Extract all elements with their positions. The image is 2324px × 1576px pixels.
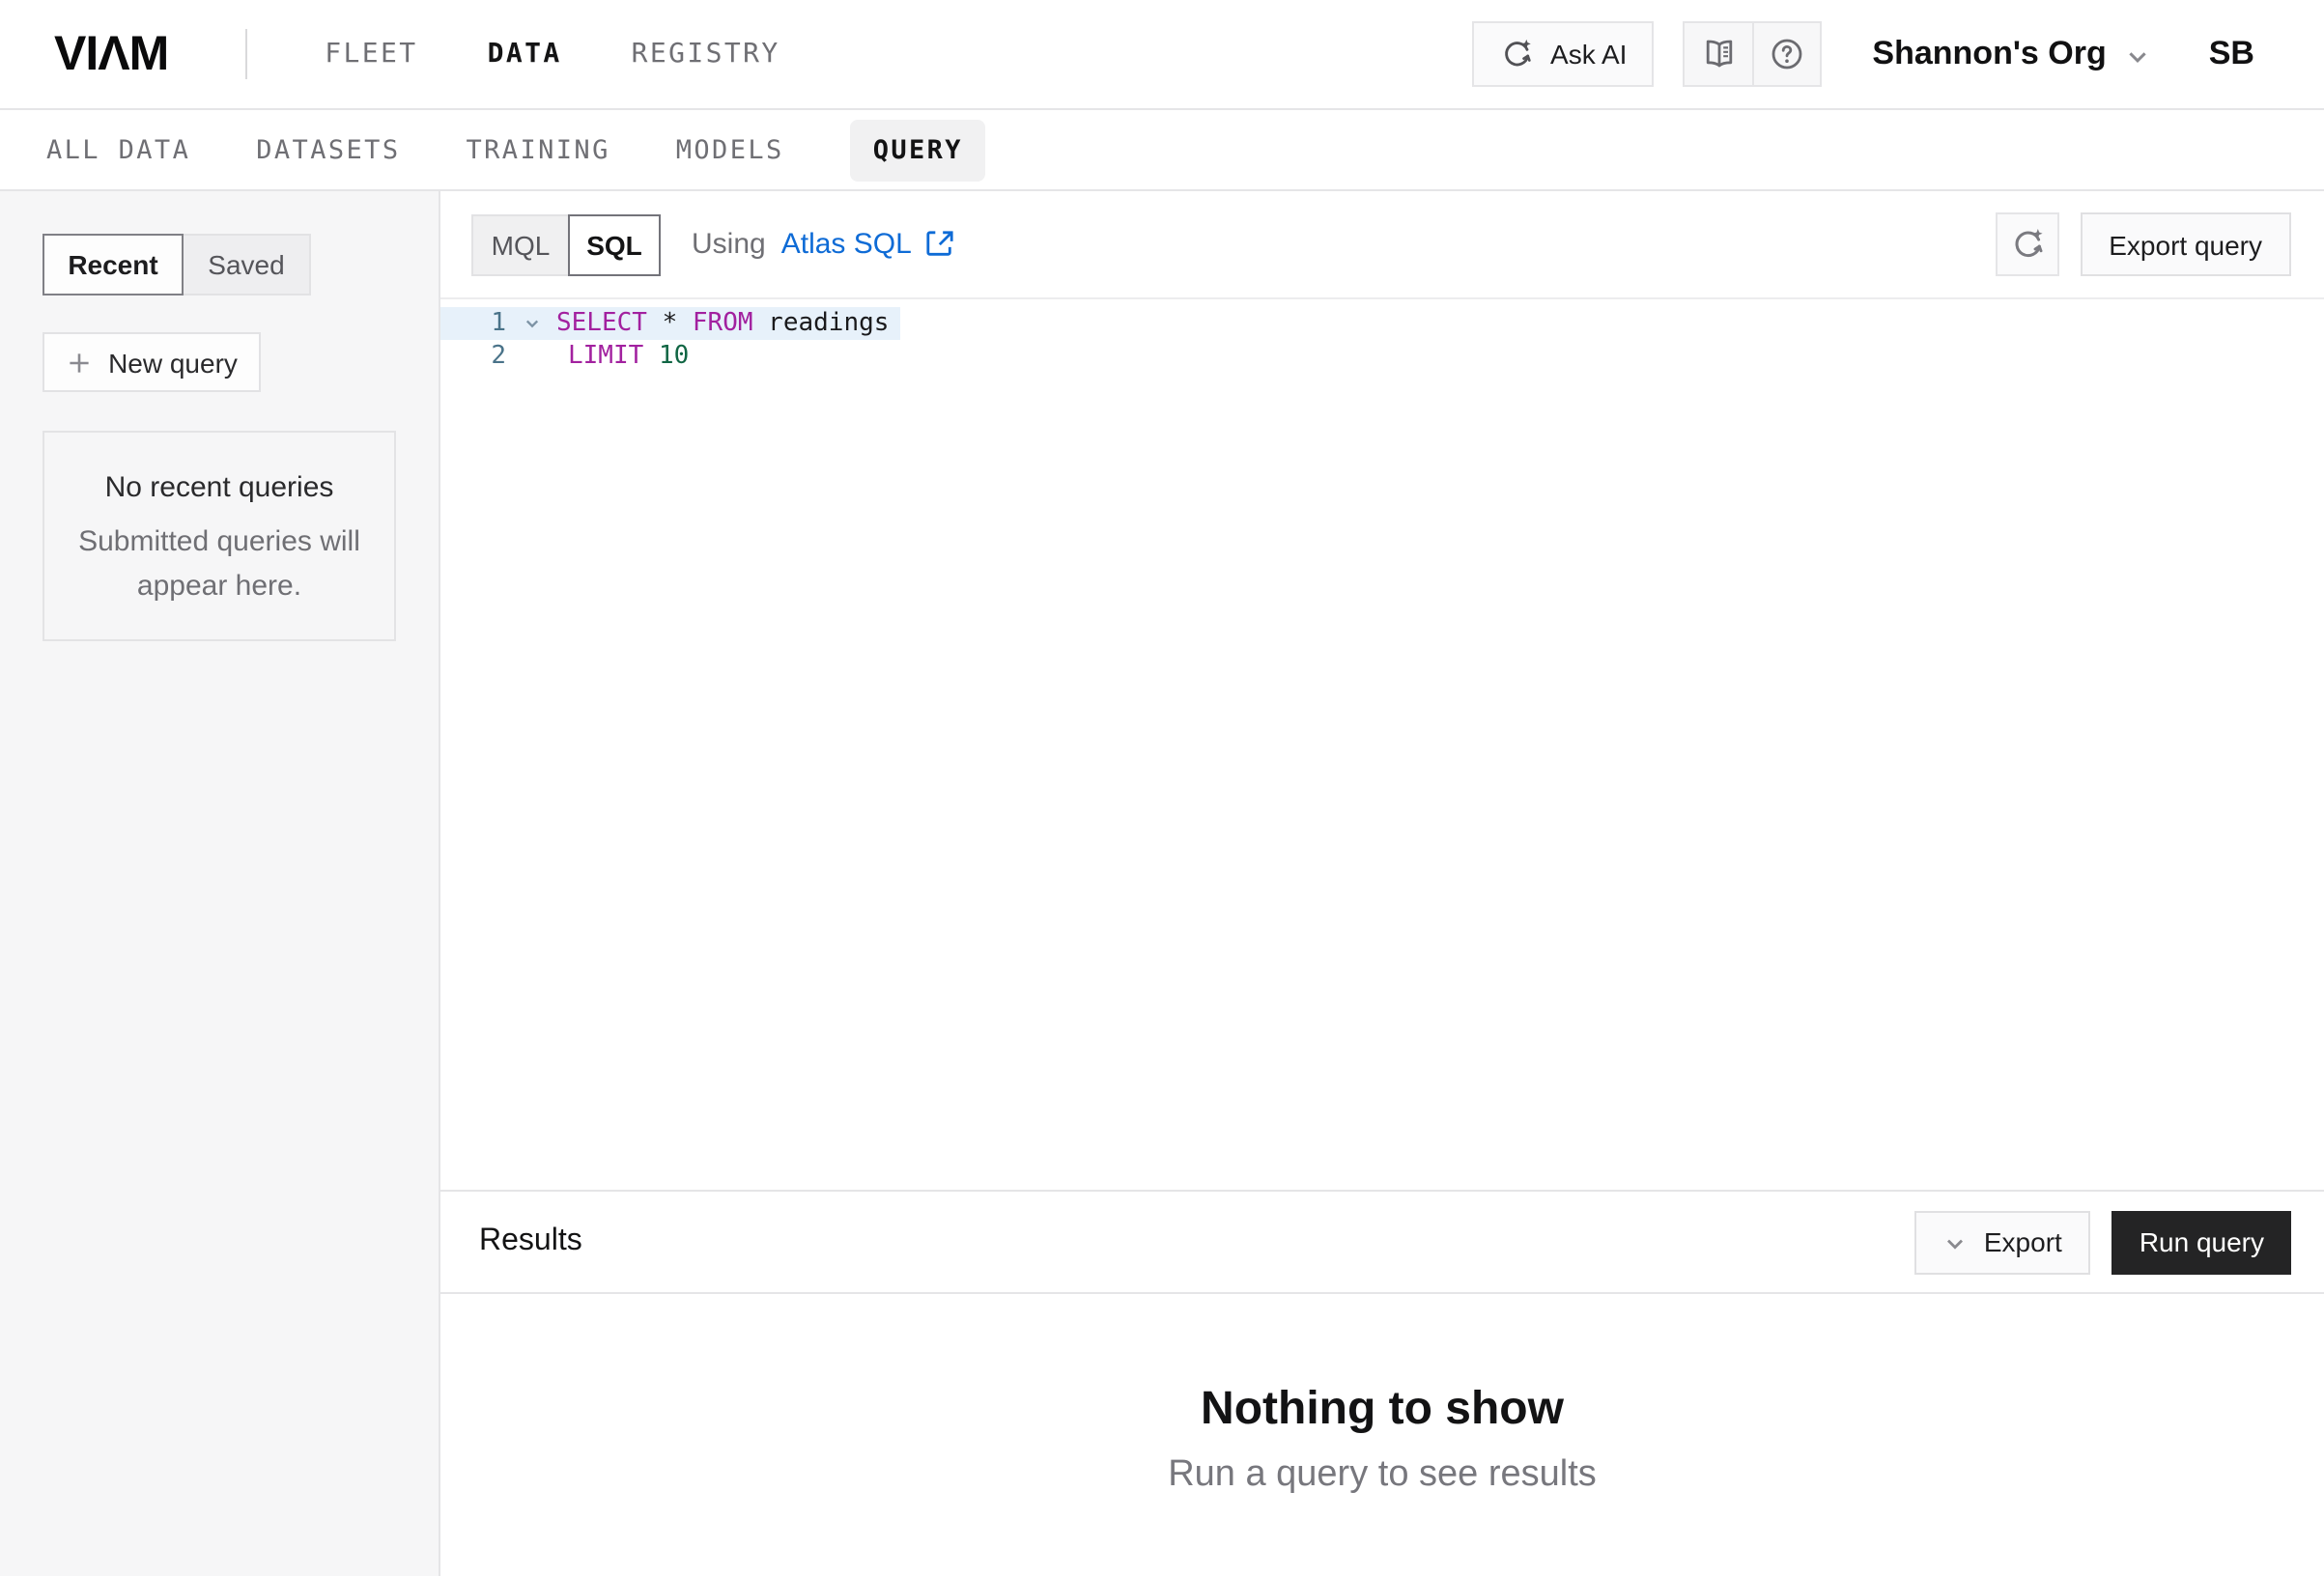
chevron-down-icon bbox=[2126, 43, 2151, 69]
ai-sparkle-refresh-icon bbox=[1498, 37, 1533, 71]
atlas-sql-link-label: Atlas SQL bbox=[781, 228, 912, 261]
documentation-button[interactable] bbox=[1685, 23, 1752, 85]
help-button[interactable] bbox=[1752, 23, 1820, 85]
recent-saved-toggle: Recent Saved bbox=[43, 234, 439, 296]
query-toolbar: MQL SQL Using Atlas SQL bbox=[440, 191, 2324, 299]
recent-queries-empty-box: No recent queries Submitted queries will… bbox=[43, 431, 396, 641]
nav-item-registry[interactable]: REGISTRY bbox=[632, 39, 780, 70]
tab-query[interactable]: QUERY bbox=[850, 119, 986, 181]
recent-queries-empty-title: No recent queries bbox=[68, 471, 371, 504]
results-empty-title: Nothing to show bbox=[440, 1383, 2324, 1437]
fold-chevron-icon[interactable] bbox=[506, 315, 556, 332]
code-text: LIMIT 10 bbox=[556, 340, 689, 373]
ask-ai-button[interactable]: Ask AI bbox=[1471, 21, 1654, 87]
code-text: SELECT * FROM readings bbox=[556, 307, 889, 340]
new-query-button[interactable]: New query bbox=[43, 332, 261, 392]
org-name: Shannon's Org bbox=[1872, 35, 2106, 73]
nav-item-fleet[interactable]: FLEET bbox=[325, 39, 417, 70]
mql-toggle-button[interactable]: MQL bbox=[471, 213, 568, 275]
line-number: 2 bbox=[440, 340, 506, 373]
export-query-button[interactable]: Export query bbox=[2080, 212, 2291, 276]
sql-toggle-button[interactable]: SQL bbox=[568, 213, 661, 275]
code-line[interactable]: 2 LIMIT 10 bbox=[440, 340, 689, 373]
topbar-divider bbox=[245, 29, 247, 79]
results-bar: Results Export Run query bbox=[440, 1190, 2324, 1294]
using-label: Using bbox=[692, 228, 766, 261]
saved-tab[interactable]: Saved bbox=[184, 234, 311, 296]
avatar[interactable]: SB bbox=[2209, 35, 2254, 73]
code-lines: 1 SELECT * FROM readings 2 LIMIT 10 bbox=[440, 307, 2324, 373]
query-sidebar: Recent Saved New query No recent queries… bbox=[0, 191, 440, 1576]
results-empty-state: Nothing to show Run a query to see resul… bbox=[440, 1294, 2324, 1576]
line-number: 1 bbox=[440, 307, 506, 340]
results-title: Results bbox=[479, 1224, 582, 1259]
using-atlas-sql: Using Atlas SQL bbox=[692, 228, 954, 261]
new-query-label: New query bbox=[108, 347, 238, 378]
tab-all-data[interactable]: ALL DATA bbox=[46, 119, 190, 181]
nav-item-data[interactable]: DATA bbox=[488, 39, 562, 70]
query-language-toggle: MQL SQL bbox=[471, 213, 661, 275]
chevron-down-icon bbox=[1943, 1231, 1967, 1254]
page-body: Recent Saved New query No recent queries… bbox=[0, 191, 2324, 1576]
tab-datasets[interactable]: DATASETS bbox=[256, 119, 400, 181]
topbar-right: Ask AI bbox=[1471, 21, 2254, 87]
ask-ai-label: Ask AI bbox=[1550, 39, 1627, 70]
primary-nav: FLEET DATA REGISTRY bbox=[325, 39, 779, 70]
run-query-button[interactable]: Run query bbox=[2112, 1210, 2291, 1274]
viam-logo[interactable]: VIΛM bbox=[54, 26, 168, 82]
top-bar: VIΛM FLEET DATA REGISTRY Ask AI bbox=[0, 0, 2324, 110]
code-line[interactable]: 1 SELECT * FROM readings bbox=[440, 307, 900, 340]
help-icon-group bbox=[1683, 21, 1822, 87]
external-link-icon bbox=[925, 230, 954, 259]
atlas-sql-link[interactable]: Atlas SQL bbox=[781, 228, 954, 261]
book-icon bbox=[1699, 35, 1738, 73]
export-results-button[interactable]: Export bbox=[1914, 1210, 2091, 1274]
ai-generate-query-button[interactable] bbox=[1995, 212, 2058, 276]
tab-models[interactable]: MODELS bbox=[676, 119, 784, 181]
org-switcher[interactable]: Shannon's Org bbox=[1872, 35, 2150, 73]
recent-queries-empty-subtitle: Submitted queries will appear here. bbox=[68, 521, 371, 608]
plus-icon bbox=[66, 349, 93, 376]
recent-tab[interactable]: Recent bbox=[43, 234, 184, 296]
question-circle-icon bbox=[1768, 35, 1806, 73]
export-results-label: Export bbox=[1984, 1226, 2062, 1257]
tab-training[interactable]: TRAINING bbox=[467, 119, 610, 181]
query-main: MQL SQL Using Atlas SQL bbox=[440, 191, 2324, 1576]
sql-editor[interactable]: 1 SELECT * FROM readings 2 LIMIT 10 bbox=[440, 299, 2324, 1190]
ai-sparkle-refresh-icon bbox=[2008, 226, 2045, 263]
data-tabs: ALL DATA DATASETS TRAINING MODELS QUERY bbox=[0, 110, 2324, 191]
results-empty-subtitle: Run a query to see results bbox=[440, 1454, 2324, 1497]
viam-app: VIΛM FLEET DATA REGISTRY Ask AI bbox=[0, 0, 2324, 1576]
